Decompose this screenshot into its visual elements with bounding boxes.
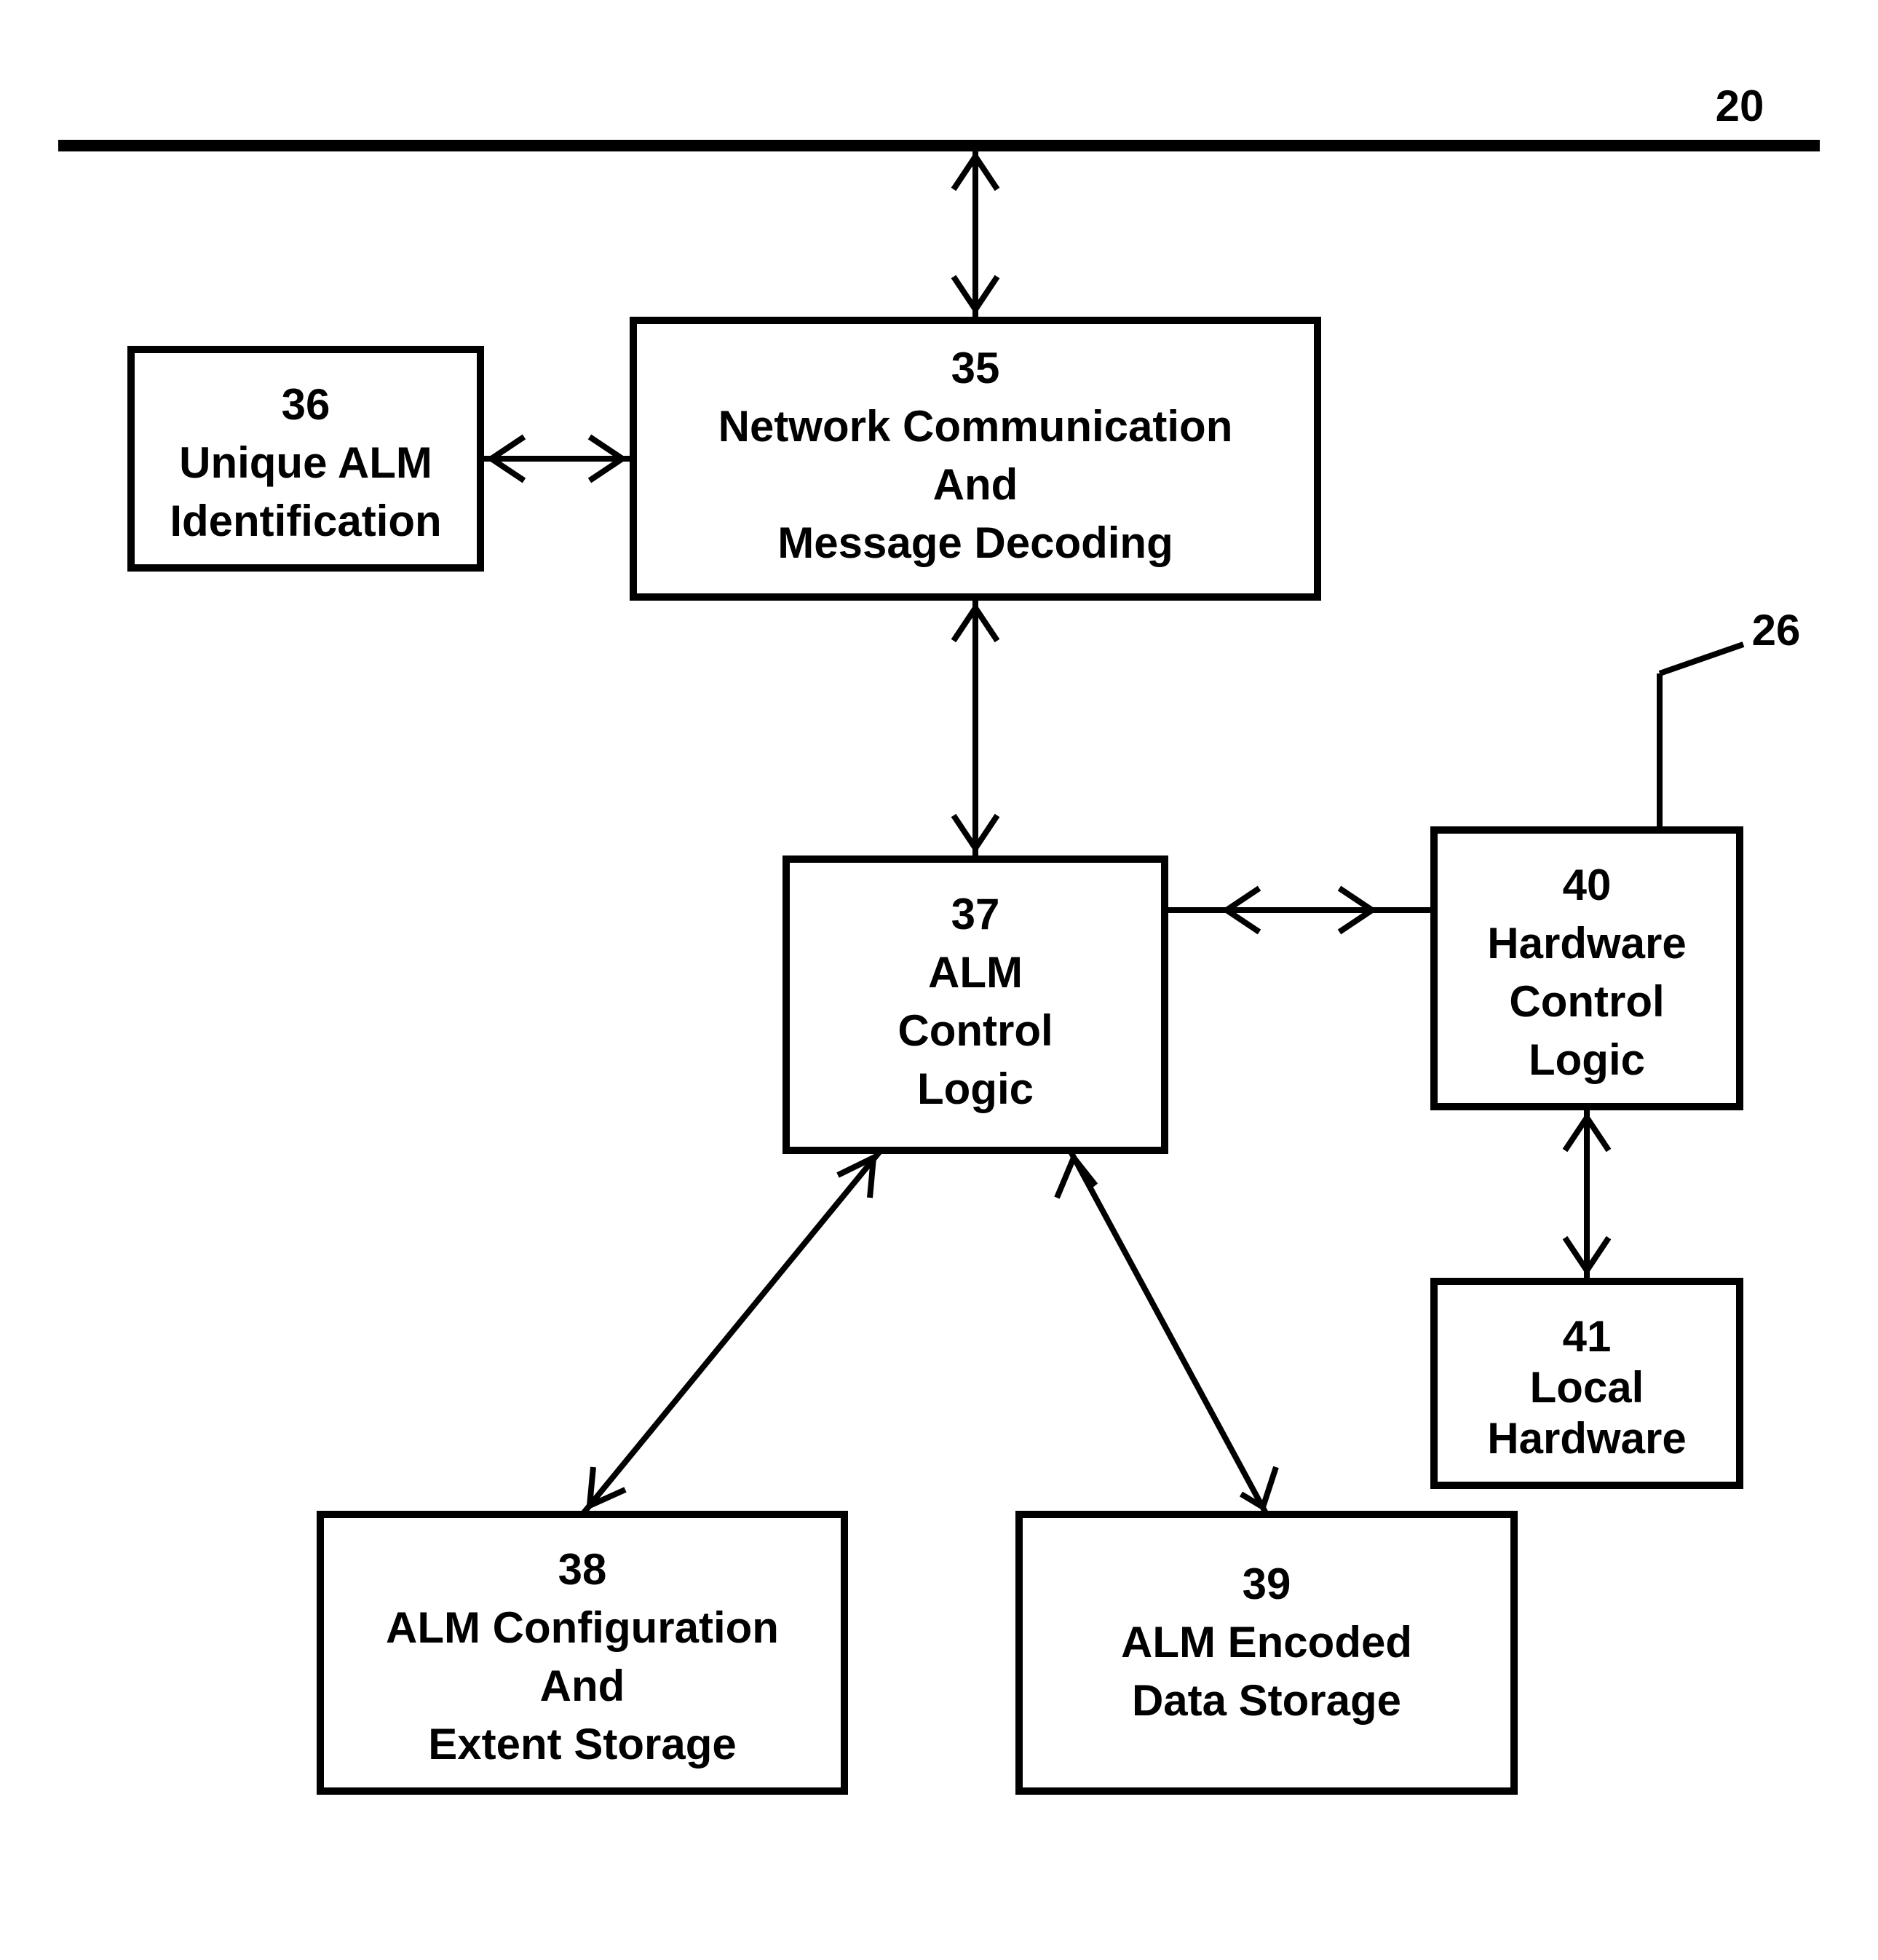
box-38-line-1: And: [540, 1661, 625, 1710]
box-36-line-0: Unique ALM: [179, 438, 432, 487]
conn-37-38: [582, 1150, 881, 1514]
box-41-num: 41: [1563, 1312, 1612, 1361]
box-38-line-0: ALM Configuration: [386, 1603, 779, 1652]
box-38: 38 ALM Configuration And Extent Storage: [320, 1514, 844, 1791]
box-40-line-0: Hardware: [1487, 919, 1686, 968]
conn-40-41: [1565, 1107, 1609, 1281]
box-40-line-1: Control: [1509, 977, 1664, 1026]
box-39-line-0: ALM Encoded: [1121, 1618, 1412, 1667]
leader-26: 26: [1660, 606, 1800, 830]
diagram: 20 35 Network Communication And Message …: [0, 0, 1878, 1960]
conn-36-35: [480, 437, 633, 481]
box-41: 41 Local Hardware: [1434, 1281, 1740, 1485]
conn-37-39: [1057, 1150, 1276, 1514]
box-36-line-1: Identification: [170, 497, 441, 545]
box-35-num: 35: [951, 344, 1000, 392]
box-40-line-2: Logic: [1529, 1035, 1645, 1084]
conn-37-40: [1165, 888, 1434, 932]
box-41-line-0: Local: [1530, 1363, 1644, 1412]
box-39: 39 ALM Encoded Data Storage: [1019, 1514, 1514, 1791]
box-38-line-2: Extent Storage: [428, 1720, 736, 1769]
box-35-line-2: Message Decoding: [777, 518, 1173, 567]
bus-label: 20: [1716, 82, 1764, 130]
leader-26-label: 26: [1752, 606, 1801, 655]
box-37: 37 ALM Control Logic: [786, 859, 1165, 1150]
box-37-line-1: Control: [898, 1006, 1053, 1055]
box-35: 35 Network Communication And Message Dec…: [633, 320, 1318, 597]
box-38-num: 38: [558, 1545, 607, 1594]
box-35-line-1: And: [933, 460, 1018, 509]
box-39-line-1: Data Storage: [1132, 1676, 1401, 1725]
conn-bus-35: [954, 146, 997, 320]
box-37-line-0: ALM: [928, 948, 1023, 997]
box-37-line-2: Logic: [917, 1064, 1034, 1113]
box-39-num: 39: [1243, 1560, 1291, 1608]
box-41-line-1: Hardware: [1487, 1414, 1686, 1463]
box-40-num: 40: [1563, 861, 1612, 909]
box-40: 40 Hardware Control Logic: [1434, 830, 1740, 1107]
box-36-num: 36: [282, 380, 330, 429]
conn-35-37: [954, 597, 997, 859]
box-36: 36 Unique ALM Identification: [131, 349, 480, 568]
box-37-num: 37: [951, 890, 1000, 938]
box-35-line-0: Network Communication: [718, 402, 1233, 451]
